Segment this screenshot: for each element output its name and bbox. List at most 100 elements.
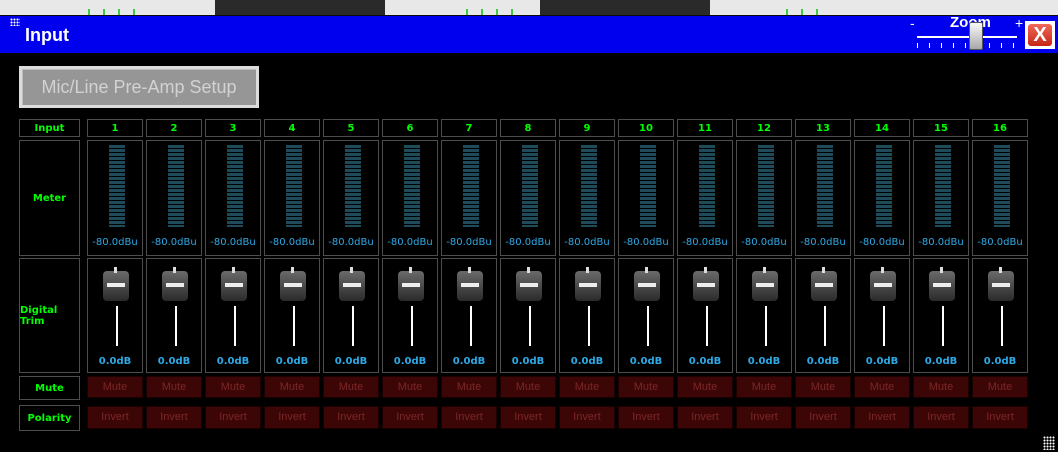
invert-button[interactable]: Invert bbox=[972, 406, 1028, 429]
fader-track[interactable] bbox=[942, 306, 944, 346]
fader-knob[interactable] bbox=[575, 267, 601, 301]
invert-button[interactable]: Invert bbox=[264, 406, 320, 429]
invert-button[interactable]: Invert bbox=[441, 406, 497, 429]
invert-button[interactable]: Invert bbox=[87, 406, 143, 429]
invert-button[interactable]: Invert bbox=[323, 406, 379, 429]
digital-trim-fader[interactable]: 0.0dB bbox=[205, 258, 261, 373]
mute-button[interactable]: Mute bbox=[205, 376, 261, 398]
mute-button[interactable]: Mute bbox=[264, 376, 320, 398]
fader-knob[interactable] bbox=[516, 267, 542, 301]
fader-track[interactable] bbox=[470, 306, 472, 346]
digital-trim-fader[interactable]: 0.0dB bbox=[323, 258, 379, 373]
fader-track[interactable] bbox=[293, 306, 295, 346]
digital-trim-fader[interactable]: 0.0dB bbox=[913, 258, 969, 373]
level-meter: -80.0dBu bbox=[618, 140, 674, 256]
level-meter: -80.0dBu bbox=[500, 140, 556, 256]
fader-knob[interactable] bbox=[870, 267, 896, 301]
digital-trim-fader[interactable]: 0.0dB bbox=[87, 258, 143, 373]
digital-trim-fader[interactable]: 0.0dB bbox=[441, 258, 497, 373]
mute-button[interactable]: Mute bbox=[736, 376, 792, 398]
fader-track[interactable] bbox=[234, 306, 236, 346]
digital-trim-fader[interactable]: 0.0dB bbox=[559, 258, 615, 373]
fader-track[interactable] bbox=[883, 306, 885, 346]
digital-trim-fader[interactable]: 0.0dB bbox=[382, 258, 438, 373]
fader-track[interactable] bbox=[529, 306, 531, 346]
channel-number: 16 bbox=[972, 119, 1028, 137]
fader-knob[interactable] bbox=[221, 267, 247, 301]
trim-value: 0.0dB bbox=[570, 356, 604, 367]
mute-button[interactable]: Mute bbox=[323, 376, 379, 398]
digital-trim-fader[interactable]: 0.0dB bbox=[854, 258, 910, 373]
fader-track[interactable] bbox=[352, 306, 354, 346]
fader-track[interactable] bbox=[824, 306, 826, 346]
digital-trim-fader[interactable]: 0.0dB bbox=[264, 258, 320, 373]
meter-value: -80.0dBu bbox=[977, 237, 1023, 248]
invert-button[interactable]: Invert bbox=[736, 406, 792, 429]
mute-button[interactable]: Mute bbox=[146, 376, 202, 398]
fader-knob[interactable] bbox=[162, 267, 188, 301]
channel-number: 9 bbox=[559, 119, 615, 137]
trim-value: 0.0dB bbox=[452, 356, 486, 367]
fader-knob[interactable] bbox=[929, 267, 955, 301]
fader-track[interactable] bbox=[116, 306, 118, 346]
invert-button[interactable]: Invert bbox=[500, 406, 556, 429]
window-title: Input bbox=[25, 25, 69, 45]
mute-button[interactable]: Mute bbox=[87, 376, 143, 398]
digital-trim-fader[interactable]: 0.0dB bbox=[500, 258, 556, 373]
fader-track[interactable] bbox=[647, 306, 649, 346]
invert-button[interactable]: Invert bbox=[205, 406, 261, 429]
fader-track[interactable] bbox=[411, 306, 413, 346]
trim-value: 0.0dB bbox=[747, 356, 781, 367]
channel-number: 4 bbox=[264, 119, 320, 137]
resize-grip-icon[interactable] bbox=[1043, 436, 1055, 450]
fader-track[interactable] bbox=[765, 306, 767, 346]
mute-button[interactable]: Mute bbox=[618, 376, 674, 398]
channel-number: 10 bbox=[618, 119, 674, 137]
mute-button[interactable]: Mute bbox=[382, 376, 438, 398]
invert-button[interactable]: Invert bbox=[854, 406, 910, 429]
mute-button[interactable]: Mute bbox=[913, 376, 969, 398]
title-bar[interactable] bbox=[0, 16, 1058, 53]
drag-grip-icon[interactable] bbox=[10, 18, 20, 26]
close-button[interactable]: X bbox=[1025, 21, 1055, 49]
mute-button[interactable]: Mute bbox=[972, 376, 1028, 398]
invert-button[interactable]: Invert bbox=[146, 406, 202, 429]
fader-knob[interactable] bbox=[457, 267, 483, 301]
mute-button[interactable]: Mute bbox=[795, 376, 851, 398]
fader-knob[interactable] bbox=[280, 267, 306, 301]
mute-button[interactable]: Mute bbox=[677, 376, 733, 398]
fader-knob[interactable] bbox=[752, 267, 778, 301]
level-meter: -80.0dBu bbox=[441, 140, 497, 256]
zoom-slider-thumb[interactable] bbox=[969, 22, 983, 50]
digital-trim-fader[interactable]: 0.0dB bbox=[972, 258, 1028, 373]
fader-knob[interactable] bbox=[103, 267, 129, 301]
invert-button[interactable]: Invert bbox=[677, 406, 733, 429]
invert-button[interactable]: Invert bbox=[618, 406, 674, 429]
fader-knob[interactable] bbox=[693, 267, 719, 301]
invert-button[interactable]: Invert bbox=[559, 406, 615, 429]
fader-track[interactable] bbox=[706, 306, 708, 346]
fader-knob[interactable] bbox=[398, 267, 424, 301]
preamp-setup-button[interactable]: Mic/Line Pre-Amp Setup bbox=[19, 66, 259, 108]
fader-knob[interactable] bbox=[988, 267, 1014, 301]
fader-knob[interactable] bbox=[339, 267, 365, 301]
level-meter: -80.0dBu bbox=[323, 140, 379, 256]
fader-track[interactable] bbox=[588, 306, 590, 346]
invert-button[interactable]: Invert bbox=[795, 406, 851, 429]
digital-trim-fader[interactable]: 0.0dB bbox=[677, 258, 733, 373]
fader-track[interactable] bbox=[175, 306, 177, 346]
fader-knob[interactable] bbox=[811, 267, 837, 301]
digital-trim-fader[interactable]: 0.0dB bbox=[795, 258, 851, 373]
zoom-slider-track[interactable] bbox=[917, 36, 1017, 38]
fader-knob[interactable] bbox=[634, 267, 660, 301]
digital-trim-fader[interactable]: 0.0dB bbox=[736, 258, 792, 373]
fader-track[interactable] bbox=[1001, 306, 1003, 346]
invert-button[interactable]: Invert bbox=[382, 406, 438, 429]
mute-button[interactable]: Mute bbox=[854, 376, 910, 398]
digital-trim-fader[interactable]: 0.0dB bbox=[618, 258, 674, 373]
mute-button[interactable]: Mute bbox=[500, 376, 556, 398]
digital-trim-fader[interactable]: 0.0dB bbox=[146, 258, 202, 373]
invert-button[interactable]: Invert bbox=[913, 406, 969, 429]
mute-button[interactable]: Mute bbox=[559, 376, 615, 398]
mute-button[interactable]: Mute bbox=[441, 376, 497, 398]
